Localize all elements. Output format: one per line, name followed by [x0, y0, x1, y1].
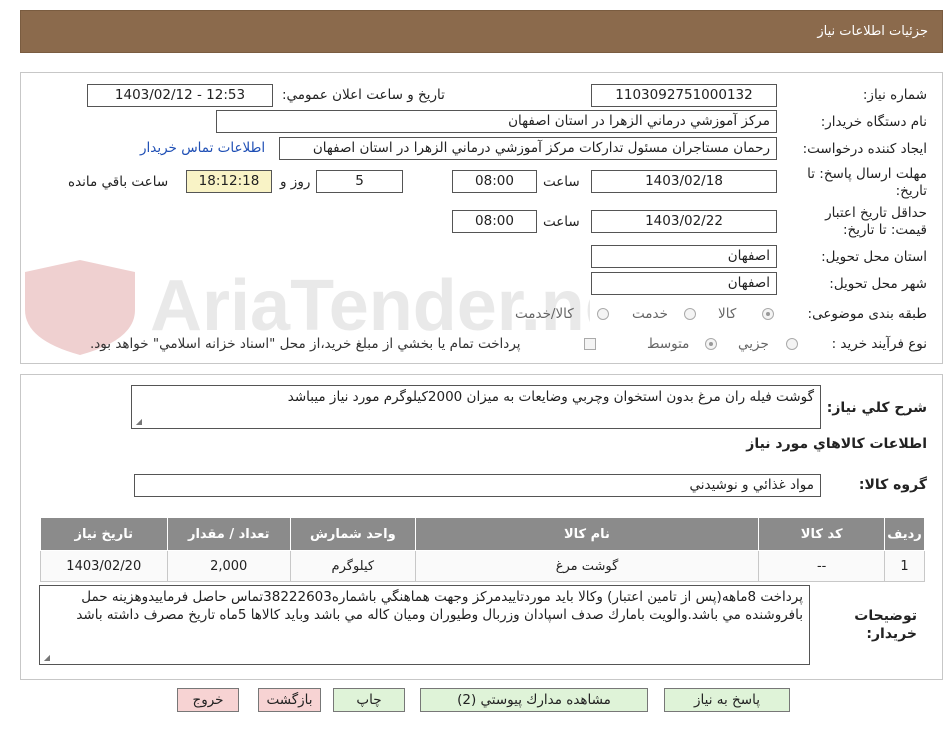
items-section-title: اطلاعات كالاهاي مورد نياز [746, 436, 927, 452]
deadline-label-2: تاريخ: [895, 183, 927, 199]
summary-textarea[interactable]: گوشت فيله ران مرغ بدون استخوان وچربي وضا… [131, 385, 821, 429]
goods-group-field: مواد غذائي و نوشيدني [134, 474, 821, 497]
process-radio-medium[interactable] [705, 338, 717, 350]
category-label: طبقه بندی موضوعی: [807, 306, 927, 322]
announce-field: 1403/02/12 - 12:53 [87, 84, 273, 107]
need-number-label: شماره نياز: [862, 87, 927, 103]
cell-goods-code: -- [758, 550, 886, 582]
category-radio-goods[interactable] [762, 308, 774, 320]
resize-grip-icon[interactable]: ◢ [42, 654, 50, 662]
cell-unit: كيلوگرم [289, 550, 416, 582]
category-radio-goods-service[interactable] [597, 308, 609, 320]
cell-need-date: 1403/02/20 [40, 550, 168, 582]
requester-label: ايجاد كننده درخواست: [802, 141, 927, 157]
buyer-notes-label-2: خريدار: [866, 626, 917, 642]
items-table: رديف كد كالا نام كالا واحد شمارش تعداد /… [40, 517, 925, 582]
goods-group-label: گروه كالا: [858, 477, 927, 493]
exit-button[interactable]: خروج [177, 688, 239, 712]
deadline-label: مهلت ارسال پاسخ: تا [807, 166, 927, 182]
buyer-notes-text: پرداخت 8ماهه(پس از تامين اعتبار) وكالا ب… [76, 589, 803, 623]
table-header-row: رديف كد كالا نام كالا واحد شمارش تعداد /… [40, 517, 925, 551]
remaining-label: ساعت باقي مانده [68, 174, 169, 190]
page-title: جزئيات اطلاعات نياز [817, 24, 928, 39]
col-need-date: تاريخ نياز [40, 517, 168, 551]
buyer-contact-link[interactable]: اطلاعات تماس خريدار [140, 140, 265, 156]
city-field: اصفهان [591, 272, 777, 295]
category-option-goods-service: كالا/خدمت [515, 306, 574, 322]
col-quantity: تعداد / مقدار [166, 517, 291, 551]
summary-text: گوشت فيله ران مرغ بدون استخوان وچربي وضا… [287, 389, 814, 405]
deadline-time-field: 08:00 [452, 170, 537, 193]
category-option-goods: كالا [718, 306, 737, 322]
view-attachments-button[interactable]: مشاهده مدارك پيوستي (2) [420, 688, 648, 712]
validity-date-field: 1403/02/22 [591, 210, 777, 233]
process-option-medium: متوسط [647, 336, 690, 352]
province-field: اصفهان [591, 245, 777, 268]
validity-label-2: قيمت: تا تاريخ: [843, 222, 927, 238]
cell-goods-name: گوشت مرغ [414, 550, 760, 582]
requester-field: رحمان مستاجران مسئول تداركات مركز آموزشي… [279, 137, 777, 160]
buyer-org-label: نام دستگاه خريدار: [820, 114, 927, 130]
col-goods-name: نام كالا [414, 517, 760, 551]
page-header: جزئيات اطلاعات نياز [20, 10, 943, 53]
table-row: 1 -- گوشت مرغ كيلوگرم 2,000 1403/02/20 [40, 550, 925, 582]
treasury-checkbox[interactable] [584, 338, 596, 350]
buyer-notes-textarea[interactable]: پرداخت 8ماهه(پس از تامين اعتبار) وكالا ب… [39, 585, 810, 665]
cell-quantity: 2,000 [166, 550, 291, 582]
process-option-minor: جزيي [738, 336, 769, 352]
buyer-notes-label: توضيحات [854, 608, 917, 624]
need-number-field: 1103092751000132 [591, 84, 777, 107]
payment-note: پرداخت تمام يا بخشي از مبلغ خريد،از محل … [90, 336, 521, 352]
validity-time-field: 08:00 [452, 210, 537, 233]
process-label: نوع فرآيند خريد : [831, 336, 927, 352]
process-radio-minor[interactable] [786, 338, 798, 350]
remaining-time-field: 18:12:18 [186, 170, 272, 193]
city-label: شهر محل تحويل: [829, 276, 927, 292]
col-row-number: رديف [884, 517, 925, 551]
category-option-service: خدمت [632, 306, 668, 322]
col-unit: واحد شمارش [289, 517, 416, 551]
days-label: روز و [280, 174, 311, 190]
reply-button[interactable]: پاسخ به نياز [664, 688, 790, 712]
category-radio-service[interactable] [684, 308, 696, 320]
deadline-time-label: ساعت [543, 174, 580, 190]
back-button[interactable]: بازگشت [258, 688, 321, 712]
days-remaining-field: 5 [316, 170, 403, 193]
validity-time-label: ساعت [543, 214, 580, 230]
announce-label: تاريخ و ساعت اعلان عمومي: [282, 87, 445, 103]
summary-label: شرح كلي نياز: [826, 400, 927, 416]
resize-grip-icon[interactable]: ◢ [134, 418, 142, 426]
cell-row-number: 1 [884, 550, 925, 582]
print-button[interactable]: چاپ [333, 688, 405, 712]
buyer-org-field: مركز آموزشي درماني الزهرا در استان اصفها… [216, 110, 777, 133]
col-goods-code: كد كالا [758, 517, 886, 551]
deadline-date-field: 1403/02/18 [591, 170, 777, 193]
validity-label: حداقل تاريخ اعتبار [825, 205, 927, 221]
province-label: استان محل تحويل: [821, 249, 927, 265]
